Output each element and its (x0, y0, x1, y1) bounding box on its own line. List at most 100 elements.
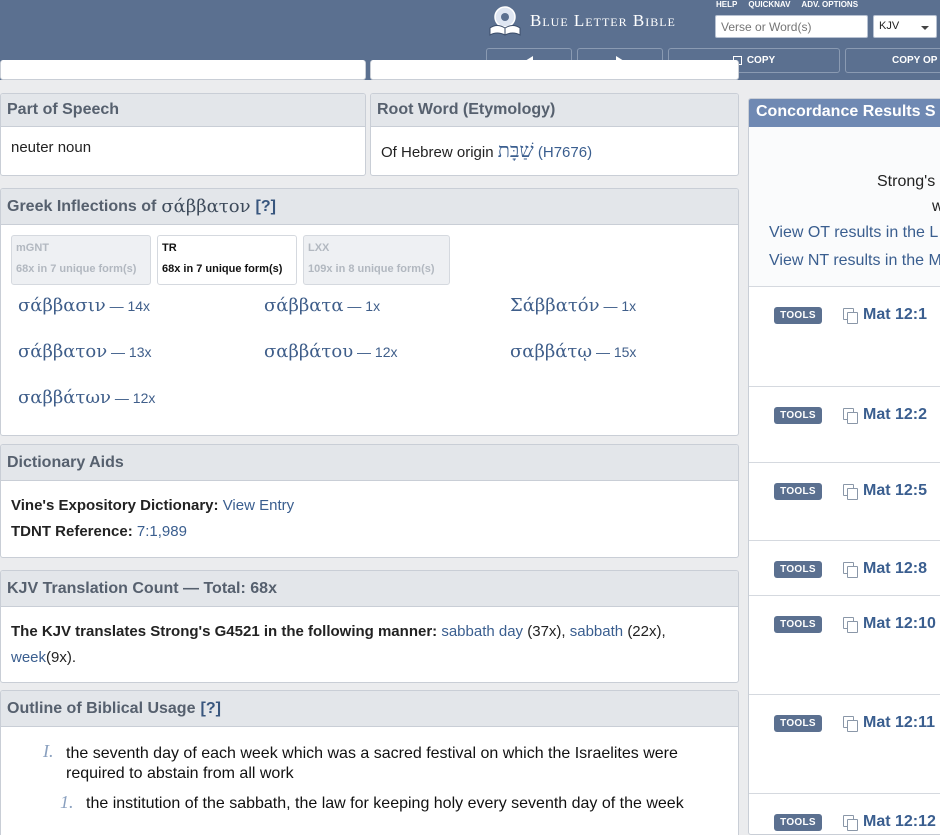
outline-help-link[interactable]: [?] (200, 700, 220, 718)
copy-icon[interactable] (843, 815, 858, 831)
translation-link-sabbath[interactable]: sabbath (570, 623, 623, 640)
root-word-body: Of Hebrew origin שַׁבָּת (H7676) (371, 127, 738, 173)
outline-marker: I. (43, 741, 54, 761)
inflection-form[interactable]: σάββατα — 1x (264, 295, 510, 317)
concordance-row: TOOLS Mat 12:5 (749, 462, 940, 540)
panel-title: Root Word (Etymology) (371, 94, 738, 127)
adv-options-link[interactable]: ADV. OPTIONS (801, 0, 858, 9)
verse-link[interactable]: Mat 12:2 (863, 406, 927, 424)
verse-link[interactable]: Mat 12:8 (863, 560, 927, 578)
tools-button[interactable]: TOOLS (774, 561, 822, 578)
site-logo[interactable]: Blue Letter Bible (488, 4, 676, 38)
concordance-row: TOOLS Mat 12:10 (749, 595, 940, 694)
tdnt-row: TDNT Reference: 7:1,989 (11, 519, 728, 545)
inflection-form[interactable]: σαββάτου — 12x (264, 341, 510, 363)
tab-detail: 68x in 7 unique form(s) (162, 263, 283, 275)
outline-panel: Outline of Biblical Usage [?] I. the sev… (0, 690, 739, 835)
outline-title: Outline of Biblical Usage (7, 699, 196, 717)
inflections-lemma: σάββατον (161, 196, 251, 217)
translation-link-week[interactable]: week (11, 649, 46, 666)
tools-button[interactable]: TOOLS (774, 616, 822, 633)
bible-logo-icon (489, 6, 521, 36)
top-links: HELP QUICKNAV ADV. OPTIONS (716, 0, 858, 9)
verse-link[interactable]: Mat 12:5 (863, 482, 927, 500)
outline-heading: Outline of Biblical Usage [?] (1, 691, 738, 727)
translation-count: (9x). (46, 649, 77, 666)
panel-title: KJV Translation Count — Total: 68x (1, 571, 738, 607)
copy-label: COPY (746, 55, 776, 66)
concordance-row: TOOLS Mat 12:12 (749, 793, 940, 834)
concordance-row: TOOLS Mat 12:1 (749, 286, 940, 386)
tools-button[interactable]: TOOLS (774, 483, 822, 500)
tab-lxx[interactable]: LXX 109x in 8 unique form(s) (303, 235, 450, 285)
copy-icon[interactable] (843, 408, 858, 424)
tdnt-label: TDNT Reference: (11, 523, 133, 540)
translation-link-sabbath-day[interactable]: sabbath day (441, 623, 523, 640)
verse-link[interactable]: Mat 12:1 (863, 306, 927, 324)
panel-title: Part of Speech (1, 94, 365, 127)
help-link[interactable]: HELP (716, 0, 737, 9)
verse-search-input[interactable] (715, 15, 868, 38)
verse-link[interactable]: Mat 12:11 (863, 714, 935, 732)
root-word-panel: Root Word (Etymology) Of Hebrew origin ש… (370, 93, 739, 176)
copy-icon[interactable] (843, 308, 858, 324)
tab-detail: 109x in 8 unique form(s) (308, 263, 435, 275)
tab-label: TR (162, 242, 177, 254)
copy-icon[interactable] (843, 562, 858, 578)
tools-button[interactable]: TOOLS (774, 715, 822, 732)
inflection-form[interactable]: σάββασιν — 14x (18, 295, 264, 317)
tab-mgnt[interactable]: mGNT 68x in 7 unique form(s) (11, 235, 151, 285)
copy-icon[interactable] (843, 484, 858, 500)
greek-inflections-panel: Greek Inflections of σάββατον [?] mGNT 6… (0, 188, 739, 436)
copy-icon[interactable] (843, 716, 858, 732)
concordance-row: TOOLS Mat 12:2 (749, 386, 940, 462)
logo-text: Blue Letter Bible (530, 11, 676, 30)
inflection-form[interactable]: σαββάτῳ — 15x (510, 341, 730, 363)
strongs-text: Strong's (877, 173, 936, 190)
part-of-speech-panel: Part of Speech neuter noun (0, 93, 366, 176)
inflection-form[interactable]: σαββάτων — 12x (18, 387, 264, 409)
outline-item-text: the seventh day of each week which was a… (66, 745, 678, 782)
summary-text: w (932, 198, 940, 216)
tab-tr[interactable]: TR 68x in 7 unique form(s) (157, 235, 297, 285)
vines-view-entry-link[interactable]: View Entry (223, 497, 294, 514)
root-word-prefix: Of Hebrew origin (381, 144, 494, 161)
translation-count: (37x), (527, 623, 566, 640)
hebrew-root-word[interactable]: שַׁבָּת (498, 138, 534, 162)
verse-link[interactable]: Mat 12:10 (863, 615, 936, 633)
ot-results-link[interactable]: View OT results in the L (769, 224, 938, 242)
vines-label: Vine's Expository Dictionary: (11, 497, 219, 514)
tools-button[interactable]: TOOLS (774, 407, 822, 424)
previous-panel-left (0, 60, 366, 80)
version-value: KJV (879, 20, 900, 32)
copy-options-button[interactable]: COPY OP (845, 48, 940, 73)
tab-label: LXX (308, 242, 330, 254)
concordance-row: TOOLS Mat 12:11 (749, 694, 940, 793)
concordance-row: TOOLS Mat 12:8 (749, 540, 940, 595)
tab-detail: 68x in 7 unique form(s) (16, 263, 137, 275)
copy-icon[interactable] (843, 617, 858, 633)
version-select[interactable]: KJV (873, 15, 937, 38)
panel-title: Dictionary Aids (1, 445, 738, 481)
inflections-heading: Greek Inflections of σάββατον [?] (1, 189, 738, 225)
concordance-summary: Strong's w View OT results in the L View… (749, 127, 940, 287)
dictionary-aids-panel: Dictionary Aids Vine's Expository Dictio… (0, 444, 739, 558)
translation-count-body: The KJV translates Strong's G4521 in the… (1, 607, 738, 681)
dictionary-aids-body: Vine's Expository Dictionary: View Entry… (1, 481, 738, 555)
quicknav-link[interactable]: QUICKNAV (748, 0, 790, 9)
inflection-form[interactable]: Σάββατόν — 1x (510, 295, 730, 317)
vines-row: Vine's Expository Dictionary: View Entry (11, 493, 728, 519)
hebrew-strongs-link[interactable]: (H7676) (538, 144, 592, 161)
tools-button[interactable]: TOOLS (774, 814, 822, 831)
nt-results-link[interactable]: View NT results in the M (769, 252, 940, 270)
inflections-title-prefix: Greek Inflections of (7, 197, 157, 215)
outline-marker: 1. (60, 792, 74, 812)
inflection-form[interactable]: σάββατον — 13x (18, 341, 264, 363)
tab-label: mGNT (16, 242, 49, 254)
part-of-speech-value: neuter noun (11, 139, 92, 156)
tdnt-reference-link[interactable]: 7:1,989 (137, 523, 187, 540)
verse-link[interactable]: Mat 12:12 (863, 813, 936, 831)
inflections-help-link[interactable]: [?] (256, 198, 276, 216)
translation-count: (22x), (627, 623, 666, 640)
tools-button[interactable]: TOOLS (774, 307, 822, 324)
